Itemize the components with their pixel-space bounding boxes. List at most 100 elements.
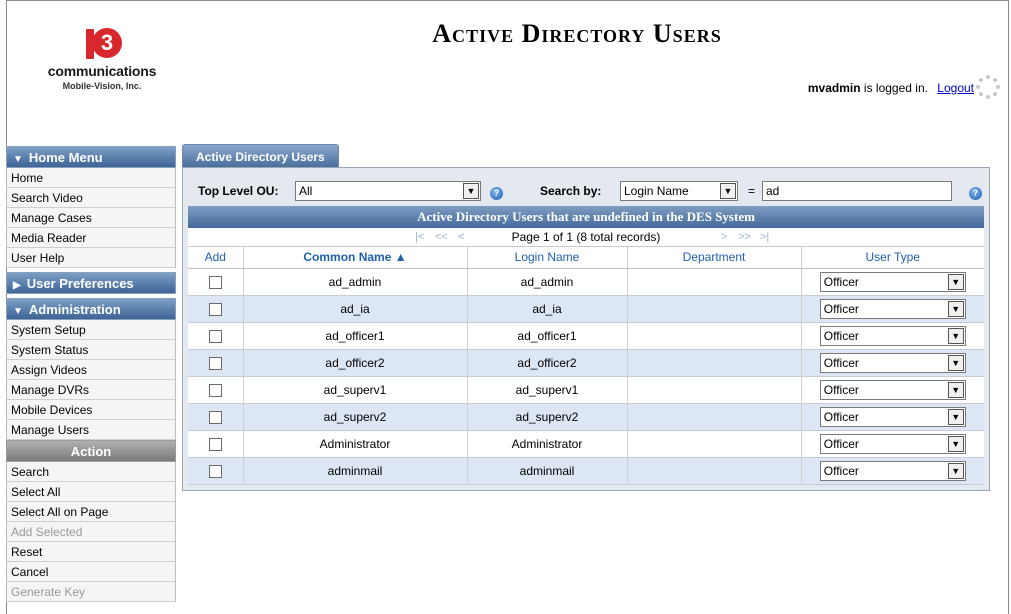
- pager-text: Page 1 of 1 (8 total records): [511, 230, 661, 244]
- cell-department: [627, 430, 802, 458]
- chevron-down-icon: ▼: [947, 462, 964, 479]
- main-content: Active Directory Users Top Level OU: All…: [182, 144, 990, 491]
- col-department[interactable]: Department: [627, 247, 802, 269]
- user-type-select[interactable]: Officer ▼: [819, 406, 966, 427]
- top-ou-select[interactable]: All ▼: [295, 181, 481, 201]
- home-menu-header[interactable]: ▼ Home Menu: [6, 146, 176, 168]
- cell-common-name: ad_ia: [243, 295, 468, 323]
- add-checkbox[interactable]: [208, 437, 222, 451]
- cell-department: [627, 457, 802, 485]
- sidebar-item-media-reader[interactable]: Media Reader: [6, 228, 176, 248]
- add-checkbox[interactable]: [208, 383, 222, 397]
- add-checkbox[interactable]: [208, 329, 222, 343]
- table-row: ad_officer2 ad_officer2 Officer ▼: [188, 349, 984, 377]
- sidebar-item-mobile-devices[interactable]: Mobile Devices: [6, 400, 176, 420]
- chevron-down-icon: ▼: [720, 183, 736, 199]
- cell-login-name: adminmail: [467, 457, 628, 485]
- action-cancel[interactable]: Cancel: [6, 562, 176, 582]
- action-select-all[interactable]: Select All: [6, 482, 176, 502]
- add-checkbox[interactable]: [208, 410, 222, 424]
- users-table: Add Common Name ▲ Login Name Department …: [188, 247, 984, 485]
- chevron-down-icon: ▼: [947, 300, 964, 317]
- login-info: mvadmin is logged in. Logout: [808, 81, 974, 95]
- user-type-select[interactable]: Officer ▼: [819, 379, 966, 400]
- sidebar-item-home[interactable]: Home: [6, 168, 176, 188]
- cell-login-name: Administrator: [467, 430, 628, 458]
- sidebar-item-assign-videos[interactable]: Assign Videos: [6, 360, 176, 380]
- cell-common-name: ad_admin: [243, 268, 468, 296]
- cell-department: [627, 268, 802, 296]
- help-icon[interactable]: ?: [969, 187, 982, 200]
- top-ou-label: Top Level OU:: [198, 184, 279, 198]
- cell-login-name: ad_superv2: [467, 403, 628, 431]
- col-login-name[interactable]: Login Name: [467, 247, 628, 269]
- col-user-type: User Type: [801, 247, 984, 269]
- table-row: ad_superv2 ad_superv2 Officer ▼: [188, 403, 984, 431]
- chevron-down-icon: ▼: [947, 327, 964, 344]
- add-checkbox[interactable]: [208, 302, 222, 316]
- add-checkbox[interactable]: [208, 464, 222, 478]
- add-checkbox[interactable]: [208, 275, 222, 289]
- prev-page-icon[interactable]: <<: [435, 228, 448, 247]
- sidebar-item-system-setup[interactable]: System Setup: [6, 320, 176, 340]
- help-icon[interactable]: ?: [490, 187, 503, 200]
- sidebar-item-user-help[interactable]: User Help: [6, 248, 176, 268]
- triangle-down-icon: ▼: [13, 306, 23, 317]
- user-type-select[interactable]: Officer ▼: [819, 460, 966, 481]
- logged-in-user: mvadmin: [807, 81, 861, 95]
- next-icon[interactable]: >: [721, 228, 727, 247]
- cell-login-name: ad_officer2: [467, 349, 628, 377]
- administration-header[interactable]: ▼ Administration: [6, 298, 176, 320]
- logo-text: communications: [47, 63, 157, 79]
- user-type-select[interactable]: Officer ▼: [819, 433, 966, 454]
- search-value-input[interactable]: ad: [762, 181, 952, 201]
- chevron-down-icon: ▼: [947, 273, 964, 290]
- action-header: Action: [6, 440, 176, 462]
- chevron-down-icon: ▼: [947, 408, 964, 425]
- cell-department: [627, 322, 802, 350]
- action-search[interactable]: Search: [6, 462, 176, 482]
- first-page-icon[interactable]: |<: [415, 228, 424, 247]
- last-page-icon[interactable]: >|: [760, 228, 769, 247]
- sidebar-item-manage-cases[interactable]: Manage Cases: [6, 208, 176, 228]
- cell-login-name: ad_ia: [467, 295, 628, 323]
- cell-department: [627, 403, 802, 431]
- next-page-icon[interactable]: >>: [738, 228, 751, 247]
- action-generate-key: Generate Key: [6, 582, 176, 602]
- user-type-select[interactable]: Officer ▼: [819, 298, 966, 319]
- user-type-select[interactable]: Officer ▼: [819, 271, 966, 292]
- sidebar-item-system-status[interactable]: System Status: [6, 340, 176, 360]
- action-select-all-on-page[interactable]: Select All on Page: [6, 502, 176, 522]
- col-add: Add: [188, 247, 244, 269]
- pager: |< << < Page 1 of 1 (8 total records) > …: [188, 228, 984, 247]
- company-logo: 3 communications Mobile-Vision, Inc.: [27, 27, 177, 91]
- sidebar-item-manage-users[interactable]: Manage Users: [6, 420, 176, 440]
- table-row: ad_officer1 ad_officer1 Officer ▼: [188, 322, 984, 350]
- logout-link[interactable]: Logout: [937, 81, 974, 95]
- add-checkbox[interactable]: [208, 356, 222, 370]
- chevron-down-icon: ▼: [947, 354, 964, 371]
- user-preferences-header[interactable]: ▶ User Preferences: [6, 272, 176, 294]
- search-by-label: Search by:: [540, 184, 602, 198]
- cell-common-name: adminmail: [243, 457, 468, 485]
- cell-department: [627, 349, 802, 377]
- users-panel: Top Level OU: All ▼ ? Search by: Login N…: [182, 167, 990, 491]
- user-type-select[interactable]: Officer ▼: [819, 325, 966, 346]
- page-title: Active Directory Users: [432, 19, 722, 48]
- logged-in-text: is logged in.: [863, 81, 928, 95]
- tab-active-directory-users[interactable]: Active Directory Users: [182, 144, 339, 167]
- chevron-down-icon: ▼: [947, 381, 964, 398]
- cell-login-name: ad_admin: [467, 268, 628, 296]
- table-row: ad_ia ad_ia Officer ▼: [188, 295, 984, 323]
- user-type-select[interactable]: Officer ▼: [819, 352, 966, 373]
- search-by-select[interactable]: Login Name ▼: [620, 181, 738, 201]
- table-row: adminmail adminmail Officer ▼: [188, 457, 984, 485]
- table-row: ad_superv1 ad_superv1 Officer ▼: [188, 376, 984, 404]
- col-common-name[interactable]: Common Name ▲: [243, 247, 468, 269]
- prev-icon[interactable]: <: [458, 228, 464, 247]
- chevron-down-icon: ▼: [947, 435, 964, 452]
- action-reset[interactable]: Reset: [6, 542, 176, 562]
- sidebar-item-search-video[interactable]: Search Video: [6, 188, 176, 208]
- cell-common-name: Administrator: [243, 430, 468, 458]
- sidebar-item-manage-dvrs[interactable]: Manage DVRs: [6, 380, 176, 400]
